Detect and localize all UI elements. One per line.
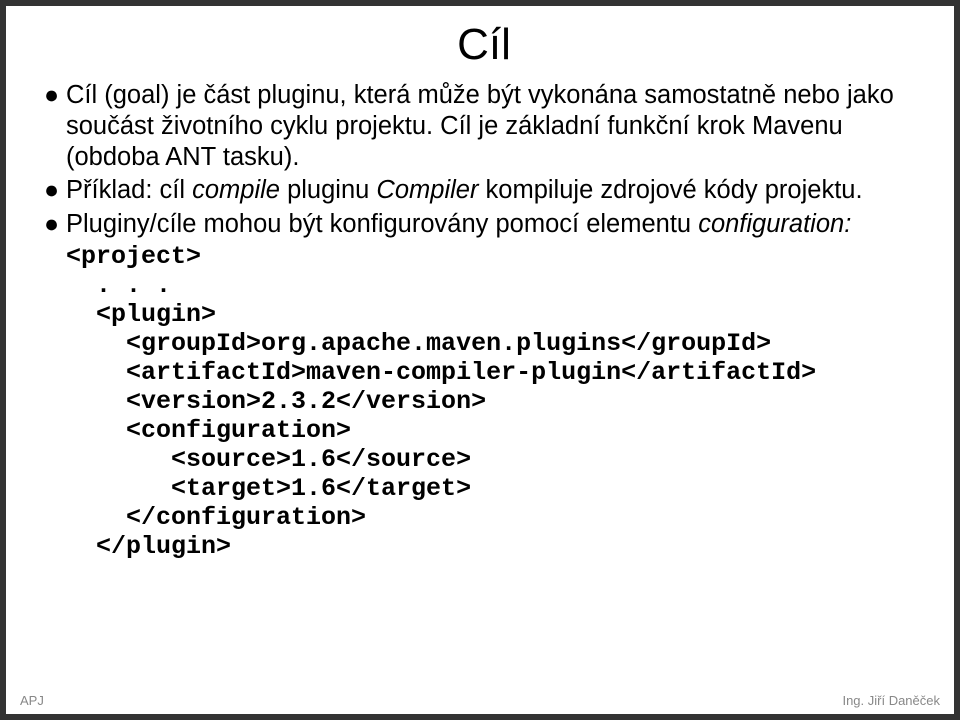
bullet-dot-icon: ● xyxy=(44,175,66,206)
bullet-dot-icon: ● xyxy=(44,80,66,173)
bullet-text: Příklad: cíl compile pluginu Compiler ko… xyxy=(66,175,924,206)
footer-left: APJ xyxy=(20,693,44,708)
bullet-item: ● Příklad: cíl compile pluginu Compiler … xyxy=(44,175,924,206)
footer-right: Ing. Jiří Daněček xyxy=(842,693,940,708)
bullet-item: ● Cíl (goal) je část pluginu, která může… xyxy=(44,80,924,173)
slide-title: Cíl xyxy=(44,20,924,70)
slide-body: ● Cíl (goal) je část pluginu, která může… xyxy=(44,80,924,561)
bullet-text: Pluginy/cíle mohou být konfigurovány pom… xyxy=(66,209,924,240)
bullet-item: ● Pluginy/cíle mohou být konfigurovány p… xyxy=(44,209,924,240)
slide: Cíl ● Cíl (goal) je část pluginu, která … xyxy=(0,0,960,720)
bullet-dot-icon: ● xyxy=(44,209,66,240)
code-block: <project> . . . <plugin> <groupId>org.ap… xyxy=(66,242,924,561)
bullet-text: Cíl (goal) je část pluginu, která může b… xyxy=(66,80,924,173)
footer: APJ Ing. Jiří Daněček xyxy=(20,693,940,708)
